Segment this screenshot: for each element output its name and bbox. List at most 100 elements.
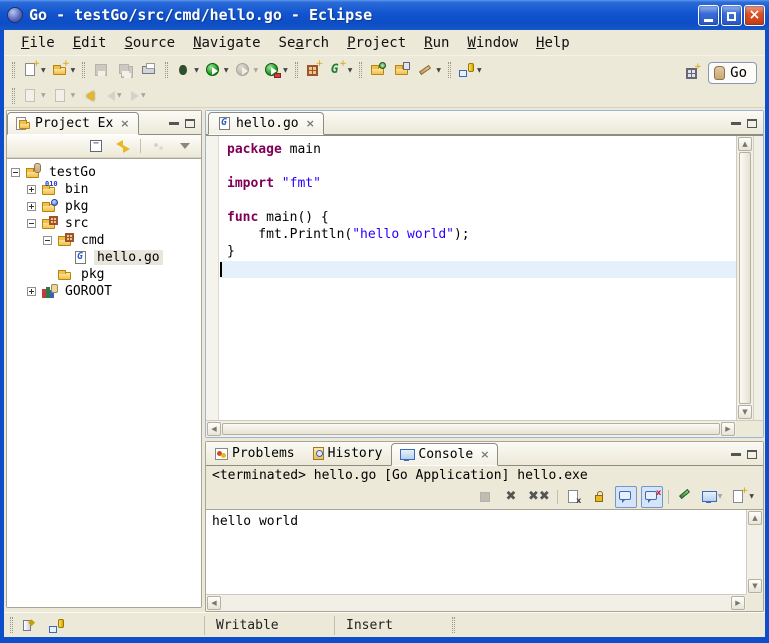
save-button[interactable] bbox=[90, 59, 112, 81]
scroll-left-icon[interactable]: ◀ bbox=[207, 422, 221, 436]
switch-marker-button[interactable]: ▼ bbox=[456, 59, 484, 81]
debug-button[interactable]: ▼ bbox=[173, 59, 201, 81]
remove-all-launches-button[interactable]: ✖✖ bbox=[526, 486, 552, 508]
tab-project-explorer[interactable]: Project Ex × bbox=[7, 112, 139, 135]
menu-edit[interactable]: Edit bbox=[64, 32, 116, 54]
display-selected-console-button[interactable]: ▼ bbox=[700, 486, 725, 508]
close-view-icon[interactable]: × bbox=[120, 117, 129, 130]
annotation-ruler[interactable] bbox=[206, 136, 219, 420]
tree-item-pkg-src[interactable]: pkg bbox=[7, 266, 201, 283]
toolbar-gripper[interactable] bbox=[165, 62, 168, 78]
expand-toggle-icon[interactable] bbox=[27, 185, 36, 194]
toolbar-gripper[interactable] bbox=[12, 62, 15, 78]
menu-project[interactable]: Project bbox=[338, 32, 415, 54]
maximize-view-icon[interactable] bbox=[747, 119, 757, 128]
expand-toggle-icon[interactable] bbox=[27, 202, 36, 211]
editor-presentation-button[interactable]: ◆ bbox=[20, 613, 37, 637]
back-button[interactable]: ▼ bbox=[103, 85, 125, 107]
menu-help[interactable]: Help bbox=[527, 32, 579, 54]
new-button[interactable]: +▼ bbox=[20, 59, 48, 81]
project-tree[interactable]: testGo 010 bin pkg src bbox=[7, 158, 201, 607]
overview-ruler[interactable] bbox=[753, 136, 763, 420]
tree-item-bin[interactable]: 010 bin bbox=[7, 181, 201, 198]
save-all-button[interactable] bbox=[114, 59, 136, 81]
show-stdout-toggle[interactable] bbox=[615, 486, 637, 508]
minimize-button[interactable] bbox=[698, 5, 719, 26]
scroll-down-icon[interactable]: ▼ bbox=[748, 579, 762, 593]
new-go-project-button[interactable]: + bbox=[303, 59, 325, 81]
import-button[interactable] bbox=[367, 59, 389, 81]
focus-button[interactable] bbox=[147, 135, 169, 157]
tree-item-testgo[interactable]: testGo bbox=[7, 164, 201, 181]
clear-console-button[interactable]: x bbox=[563, 486, 585, 508]
open-perspective-button[interactable]: + bbox=[681, 62, 703, 84]
go-perspective-button[interactable]: Go bbox=[708, 62, 757, 84]
remove-launch-button[interactable]: ✖ bbox=[500, 486, 522, 508]
export-button[interactable] bbox=[391, 59, 413, 81]
statusbar-gripper[interactable] bbox=[10, 617, 13, 633]
editor-horizontal-scrollbar[interactable]: ◀ ▶ bbox=[206, 420, 736, 437]
menu-window[interactable]: Window bbox=[458, 32, 527, 54]
tab-problems[interactable]: Problems bbox=[206, 442, 304, 465]
view-menu-button[interactable] bbox=[174, 135, 196, 157]
expand-toggle-icon[interactable] bbox=[27, 287, 36, 296]
toolbar-gripper[interactable] bbox=[82, 62, 85, 78]
open-console-button[interactable]: +▼ bbox=[728, 486, 756, 508]
print-button[interactable] bbox=[138, 59, 160, 81]
console-vertical-scrollbar[interactable]: ▲ ▼ bbox=[746, 510, 763, 594]
show-stderr-toggle[interactable]: x bbox=[641, 486, 663, 508]
title-bar[interactable]: Go - testGo/src/cmd/hello.go - Eclipse × bbox=[0, 0, 769, 30]
tab-hello-go[interactable]: hello.go × bbox=[208, 112, 324, 135]
terminate-button[interactable] bbox=[474, 486, 496, 508]
minimize-view-icon[interactable] bbox=[731, 453, 741, 456]
collapse-toggle-icon[interactable] bbox=[11, 168, 20, 177]
link-with-editor-button[interactable] bbox=[112, 135, 134, 157]
statusbar-gripper[interactable] bbox=[452, 617, 455, 633]
new-go-element-button[interactable]: G+▼ bbox=[327, 59, 355, 81]
scroll-right-icon[interactable]: ▶ bbox=[731, 596, 745, 610]
next-annotation-button[interactable]: ▼ bbox=[20, 85, 48, 107]
editor-vertical-scrollbar[interactable]: ▲ ▼ bbox=[736, 136, 753, 420]
tree-item-goroot[interactable]: GOROOT bbox=[7, 283, 201, 300]
scroll-down-icon[interactable]: ▼ bbox=[738, 405, 752, 419]
forward-button[interactable]: ▼ bbox=[127, 85, 149, 107]
scrollbar-thumb[interactable] bbox=[222, 423, 720, 435]
scrollbar-thumb[interactable] bbox=[739, 152, 751, 404]
scroll-right-icon[interactable]: ▶ bbox=[721, 422, 735, 436]
toolbar-gripper[interactable] bbox=[448, 62, 451, 78]
menu-navigate[interactable]: Navigate bbox=[184, 32, 269, 54]
minimize-view-icon[interactable] bbox=[731, 122, 741, 125]
maximize-view-icon[interactable] bbox=[185, 119, 195, 128]
format-button[interactable]: ▼ bbox=[415, 59, 443, 81]
tree-item-src[interactable]: src bbox=[7, 215, 201, 232]
menu-run[interactable]: Run bbox=[415, 32, 458, 54]
close-view-icon[interactable]: × bbox=[480, 448, 489, 461]
scroll-lock-button[interactable] bbox=[589, 486, 611, 508]
toolbar-gripper[interactable] bbox=[12, 88, 15, 104]
minimize-view-icon[interactable] bbox=[169, 122, 179, 125]
pin-console-button[interactable] bbox=[674, 486, 696, 508]
external-tools-button[interactable]: ▼ bbox=[262, 59, 290, 81]
new-project-button[interactable]: +▼ bbox=[50, 59, 78, 81]
collapse-toggle-icon[interactable] bbox=[27, 219, 36, 228]
maximize-view-icon[interactable] bbox=[747, 450, 757, 459]
maximize-button[interactable] bbox=[721, 5, 742, 26]
run-button[interactable]: ▼ bbox=[203, 59, 231, 81]
console-horizontal-scrollbar[interactable]: ◀ ▶ bbox=[206, 594, 746, 611]
profile-button[interactable]: ▼ bbox=[233, 59, 261, 81]
menu-search[interactable]: Search bbox=[270, 32, 339, 54]
code-text-area[interactable]: package main import "fmt" func main() { … bbox=[220, 136, 736, 420]
tree-item-cmd[interactable]: cmd bbox=[7, 232, 201, 249]
toolbar-gripper[interactable] bbox=[295, 62, 298, 78]
close-button[interactable]: × bbox=[744, 5, 765, 26]
toolbar-gripper[interactable] bbox=[359, 62, 362, 78]
close-editor-icon[interactable]: × bbox=[306, 117, 315, 130]
tab-console[interactable]: Console × bbox=[391, 443, 498, 466]
menu-source[interactable]: Source bbox=[115, 32, 184, 54]
scroll-up-icon[interactable]: ▲ bbox=[738, 137, 752, 151]
scroll-left-icon[interactable]: ◀ bbox=[207, 596, 221, 610]
menu-file[interactable]: File bbox=[12, 32, 64, 54]
collapse-toggle-icon[interactable] bbox=[43, 236, 52, 245]
tree-item-hello-go[interactable]: hello.go bbox=[7, 249, 201, 266]
marker-switch-button[interactable] bbox=[48, 613, 65, 637]
